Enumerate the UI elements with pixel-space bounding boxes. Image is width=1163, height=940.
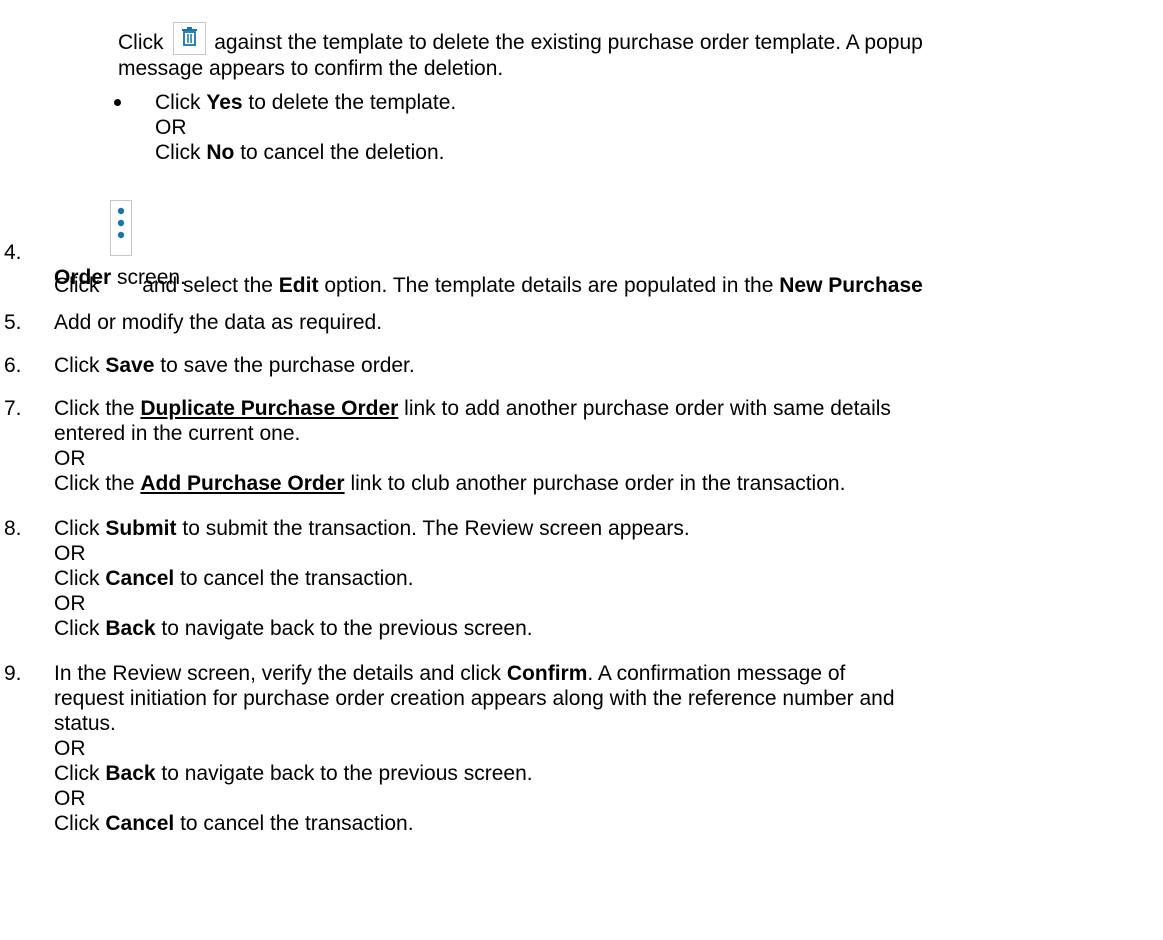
yes-description: to delete the template. [248,91,457,114]
trash-icon [173,22,207,55]
step9-text: . A confirmation message of [587,662,846,685]
step6-click-text: Click [54,354,100,377]
intro-paragraph: Click against the template to delete the… [118,10,1128,81]
step8-click-text: Click [54,617,100,640]
step9-text-line2: request initiation for purchase order cr… [54,687,895,710]
step4-text: screen. [117,266,186,289]
or-text: OR [155,116,187,139]
kebab-menu-icon [110,200,133,256]
step9-click-text: Click [54,812,100,835]
or-text: OR [54,737,86,760]
step7-text: link to add another purchase order with … [404,397,891,420]
bullet-dot [112,90,122,106]
confirm-label: Confirm [506,662,588,685]
or-text: OR [54,592,86,615]
step9-text-line3: status. [54,712,116,735]
new-purchase-order-label-cont: Order [54,266,112,289]
back-label: Back [105,762,156,785]
cancel-label: Cancel [105,812,175,835]
step-number: 4. [4,241,22,264]
intro-click-text: Click [118,31,164,54]
submit-label: Submit [105,517,177,540]
or-text: OR [54,542,86,565]
step9-text: to navigate back to the previous screen. [161,762,533,785]
step-number: 6. [4,354,22,377]
duplicate-purchase-order-link[interactable]: Duplicate Purchase Order [140,397,398,420]
or-text: OR [54,787,86,810]
intro-text-line2: message appears to confirm the deletion. [118,57,504,80]
intro-text-line1: against the template to delete the exist… [214,31,923,54]
step7-click-text: Click the [54,472,135,495]
step9-click-text: Click [54,762,100,785]
bullet-item-yes-no: Click Yes to delete the template. OR Cli… [114,90,457,165]
step9-text: to cancel the transaction. [180,812,414,835]
or-text: OR [54,447,86,470]
save-label: Save [105,354,155,377]
add-purchase-order-link[interactable]: Add Purchase Order [140,472,344,495]
step-number: 5. [4,311,22,334]
step9-text: In the Review screen, verify the details… [54,662,502,685]
step-number: 8. [4,517,22,540]
step7-text-line2: entered in the current one. [54,422,301,445]
step8-text: to navigate back to the previous screen. [161,617,533,640]
step8-click-text: Click [54,517,100,540]
step6-text: to save the purchase order. [160,354,415,377]
step5-text: Add or modify the data as required. [54,311,383,334]
bullet-click-text: Click [155,141,201,164]
yes-label: Yes [206,91,243,114]
back-label: Back [105,617,156,640]
cancel-label: Cancel [105,567,175,590]
step7-click-text: Click the [54,397,135,420]
step-number: 9. [4,662,22,685]
bullet-click-text: Click [155,91,201,114]
step8-text: to submit the transaction. The Review sc… [182,517,690,540]
no-label: No [206,141,235,164]
step8-click-text: Click [54,567,100,590]
no-description: to cancel the deletion. [240,141,445,164]
step7-text: link to club another purchase order in t… [350,472,846,495]
step8-text: to cancel the transaction. [180,567,414,590]
step-number: 7. [4,397,22,420]
